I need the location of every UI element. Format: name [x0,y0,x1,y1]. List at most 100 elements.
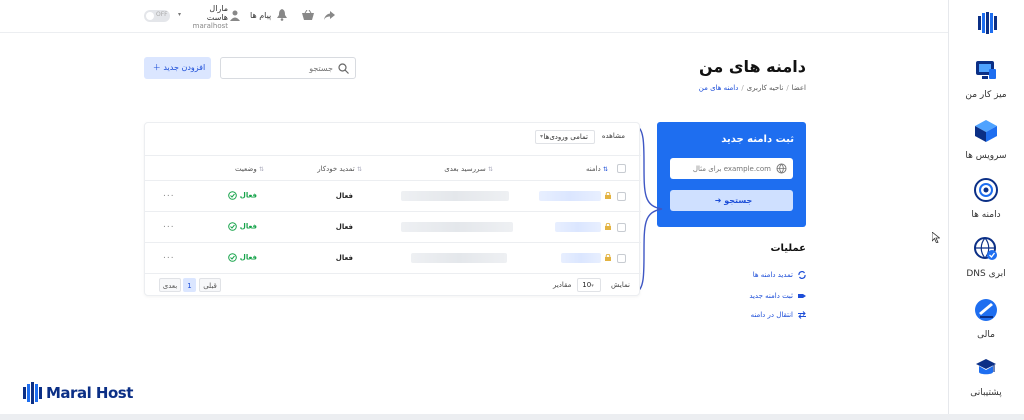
sidebar-item-domains[interactable]: دامنه ها [948,177,1024,220]
user-menu[interactable]: مارال هاست maralhost [192,4,228,30]
column-header-next-due[interactable]: سررسید بعدی ⇅ [444,165,496,173]
mouse-cursor-icon [932,232,940,243]
transfer-domain-link[interactable]: انتقال در دامنه [751,311,806,319]
add-new-label: افزودن جدید [163,63,206,72]
breadcrumb: اعضا/ناحیه کاربری/دامنه های من [699,84,806,92]
domain-name-redacted[interactable] [555,222,601,232]
sidebar-item-services[interactable]: سرویس ها [948,118,1024,161]
user-icon[interactable] [230,10,240,21]
breadcrumb-item[interactable]: اعضا [792,84,806,92]
breadcrumb-separator: / [741,84,744,92]
tag-icon [798,294,806,298]
brand-mark-icon [23,382,42,404]
auto-renew-value: فعال [335,223,353,231]
page-title: دامنه های من [698,57,806,76]
add-new-button[interactable]: ＋ افزودن جدید [144,57,211,79]
entries-filter-select[interactable]: ▾ تمامی ورودی‌ها [535,130,595,144]
lock-icon [605,223,611,230]
messages-label[interactable]: پیام ها [250,11,271,20]
domain-name-redacted[interactable] [539,191,601,201]
desk-icon [976,61,996,79]
sidebar-item-label: دامنه ها [971,210,1001,220]
domain-name-redacted[interactable] [561,253,601,263]
table-row: فعال فعال ... [145,212,641,243]
top-bar: OFF ▾ مارال هاست maralhost پیام ها [0,0,948,33]
lock-icon [605,254,611,261]
column-header-status[interactable]: وضعیت ⇅ [235,165,267,173]
check-circle-icon [227,191,237,200]
domain-search-input[interactable] [676,162,771,175]
show-text: نمایش [611,281,631,289]
plus-icon: ＋ [152,63,161,72]
register-domain-link[interactable]: ثبت دامنه جدید [749,292,806,300]
renew-domains-link[interactable]: تمدید دامنه ها [753,271,806,279]
sidebar-item-label: میز کار من [965,90,1007,100]
column-header-domain[interactable]: دامنه ⇅ [586,165,611,173]
table-footer: نمایش 10▾ مقادیر بعدی 1 قبلی [145,278,641,296]
prev-page-button[interactable]: قبلی [199,278,221,292]
basket-icon[interactable] [302,10,314,20]
breadcrumb-current: دامنه های من [698,84,739,92]
domains-icon [974,178,998,202]
sidebar-item-support[interactable]: پشتیبانی [948,355,1024,398]
toggle-knob [146,12,154,20]
row-checkbox[interactable] [617,254,626,263]
cloud-dns-icon [974,237,997,260]
select-all-checkbox[interactable] [617,164,626,173]
op-label: تمدید دامنه ها [752,271,793,279]
show-label: مشاهده [601,132,625,140]
refresh-icon [798,271,806,279]
sidebar-item-finance[interactable]: مالی [948,297,1024,340]
brand-logo-icon[interactable] [976,12,998,34]
op-label: ثبت دامنه جدید [749,292,793,300]
per-page-suffix: مقادیر [553,281,572,289]
sidebar-item-label: سرویس ها [965,151,1007,161]
row-actions-button[interactable]: ... [163,189,175,199]
row-checkbox[interactable] [617,223,626,232]
sidebar-item-label: مالی [977,330,995,340]
register-domain-card: ثبت دامنه جدید ➜ جستجو [657,122,806,227]
breadcrumb-item[interactable]: ناحیه کاربری [747,84,784,92]
brand-name: Maral Host [46,384,133,402]
search-icon [338,63,349,74]
table-header: دامنه ⇅ سررسید بعدی ⇅ تمدید خودکار ⇅ وضع… [145,155,641,181]
toggle-text: OFF [156,11,168,18]
domains-table: مشاهده ▾ تمامی ورودی‌ها دامنه ⇅ سررسید ب… [144,122,641,296]
next-due-redacted [411,253,507,263]
sidebar-item-cloud-dns[interactable]: DNS ابری [948,236,1024,279]
bottom-strip [0,414,1024,420]
per-page-select[interactable]: 10▾ [577,278,601,292]
user-handle: maralhost [192,22,228,30]
chevron-down-icon: ▾ [540,133,544,140]
chevron-down-icon: ▾ [591,283,594,289]
app-frame: OFF ▾ مارال هاست maralhost پیام ها میز ک… [0,0,1024,420]
sidebar: میز کار من سرویس ها دامنه ها DNS ابری ما… [948,0,1024,420]
row-checkbox[interactable] [617,192,626,201]
status-badge: فعال [227,222,257,231]
share-icon[interactable] [324,11,335,20]
domain-search-label: جستجو [724,196,753,205]
next-page-button[interactable]: بعدی [159,278,181,292]
bell-icon[interactable] [277,9,287,21]
finance-icon [975,299,997,321]
status-badge: فعال [227,191,257,200]
domain-search-box [670,158,793,179]
column-header-auto-renew[interactable]: تمدید خودکار ⇅ [317,165,365,173]
row-actions-button[interactable]: ... [163,251,175,261]
entries-filter-value: تمامی ورودی‌ها [543,133,589,141]
services-icon [975,120,997,142]
page-1-button[interactable]: 1 [183,278,196,292]
search-input[interactable] [233,61,333,75]
sidebar-item-desk[interactable]: میز کار من [948,57,1024,100]
sidebar-item-label: پشتیبانی [970,388,1002,398]
support-icon [976,359,996,375]
chevron-down-icon[interactable]: ▾ [178,11,181,18]
dark-mode-toggle[interactable]: OFF [144,10,170,22]
check-circle-icon [227,222,237,231]
row-actions-button[interactable]: ... [163,220,175,230]
next-due-redacted [401,191,509,201]
domain-search-button[interactable]: ➜ جستجو [670,190,793,211]
auto-renew-value: فعال [335,254,353,262]
op-label: انتقال در دامنه [750,311,793,319]
status-badge: فعال [227,253,257,262]
